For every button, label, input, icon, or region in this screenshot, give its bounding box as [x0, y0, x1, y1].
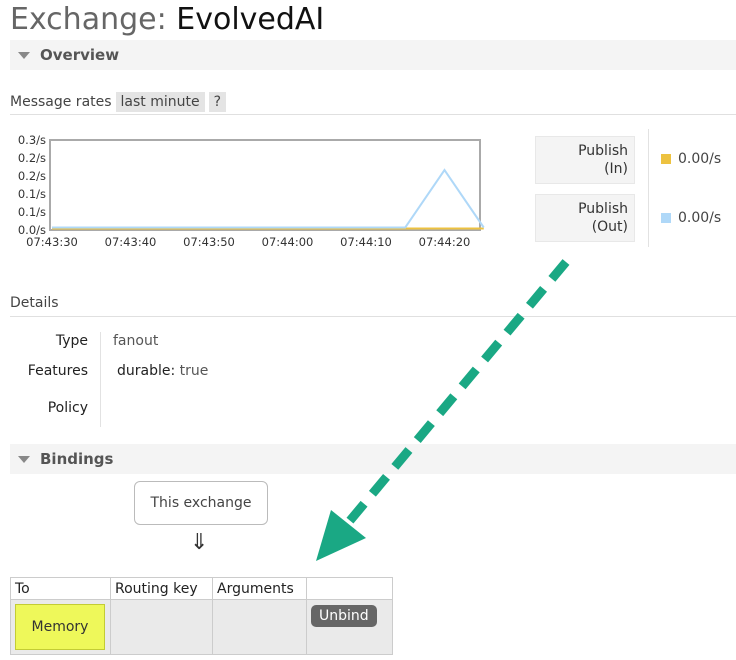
legend-value-out: 0.00/s [661, 208, 721, 228]
table-header-row: To Routing key Arguments [10, 577, 393, 600]
bindings-label: Bindings [40, 450, 114, 468]
details-label: Details [10, 295, 59, 311]
divider [10, 114, 736, 115]
message-rates-row: Message rates last minute ? [10, 91, 227, 113]
policy-key: Policy [47, 400, 88, 416]
column-header-routing-key: Routing key [110, 577, 213, 600]
range-selector[interactable]: last minute [115, 92, 205, 112]
bindings-section-toggle[interactable]: Bindings [10, 444, 736, 474]
legend-publish-out: Publish (Out) [535, 194, 635, 242]
durable-key: durable: [117, 363, 176, 379]
bindings-table: To Routing key Arguments Memory Unbind [10, 577, 393, 655]
durable-value: true [179, 363, 209, 379]
x-tick-label: 07:43:30 [26, 235, 78, 249]
collapse-triangle-icon [18, 455, 30, 463]
rate-value: 0.00/s [678, 151, 722, 167]
cell-routing-key [110, 599, 213, 655]
type-value: fanout [113, 333, 159, 349]
page-title: Exchange: EvolvedAI [10, 2, 324, 37]
legend-value-in: 0.00/s [661, 149, 721, 169]
plot-area [49, 139, 481, 231]
features-value: durable: true [117, 363, 208, 379]
column-header-arguments: Arguments [212, 577, 307, 600]
details-separator [100, 332, 101, 427]
divider [10, 316, 736, 317]
rate-value: 0.00/s [678, 210, 722, 226]
color-swatch-icon [661, 154, 671, 164]
message-rates-label: Message rates [10, 94, 112, 110]
table-row: Memory Unbind [10, 599, 393, 655]
column-header-action [306, 577, 393, 600]
this-exchange-box: This exchange [134, 481, 268, 525]
x-tick-label: 07:44:00 [262, 235, 314, 249]
legend-label-line2: (Out) [591, 219, 628, 235]
unbind-button[interactable]: Unbind [311, 605, 377, 627]
y-tick-label: 0.1/s [18, 187, 46, 201]
x-tick-label: 07:44:10 [340, 235, 392, 249]
collapse-triangle-icon [18, 51, 30, 59]
overview-section-toggle[interactable]: Overview [10, 40, 736, 70]
y-tick-label: 0.1/s [18, 205, 46, 219]
x-tick-label: 07:43:40 [105, 235, 157, 249]
annotation-arrow-icon [344, 259, 570, 526]
overview-label: Overview [40, 46, 120, 64]
y-tick-label: 0.2/s [18, 169, 46, 183]
features-key: Features [27, 363, 88, 379]
cell-arguments [212, 599, 307, 655]
x-tick-label: 07:44:20 [419, 235, 471, 249]
legend-label-line2: (In) [604, 161, 628, 177]
annotation-arrowhead-icon [316, 510, 366, 561]
cell-action: Unbind [306, 599, 393, 655]
y-tick-label: 0.3/s [18, 133, 46, 147]
cell-to: Memory [10, 599, 111, 655]
legend-label-line1: Publish [578, 143, 628, 159]
color-swatch-icon [661, 213, 671, 223]
type-key: Type [55, 333, 88, 349]
exchange-name: EvolvedAI [176, 2, 325, 37]
y-tick-label: 0.2/s [18, 151, 46, 165]
legend-publish-in: Publish (In) [535, 136, 635, 184]
double-down-arrow-icon: ⇓ [190, 530, 209, 555]
column-header-to: To [10, 577, 111, 600]
legend-separator [648, 129, 649, 247]
x-tick-label: 07:43:50 [183, 235, 235, 249]
chart-svg: 0.0/s0.1/s0.1/s0.2/s0.2/s0.3/s07:43:30 07… [18, 133, 485, 249]
help-button[interactable]: ? [208, 92, 227, 112]
destination-queue-link[interactable]: Memory [15, 604, 105, 650]
legend-label-line1: Publish [578, 201, 628, 217]
message-rates-chart: 0.0/s 0.1/s 0.1/s 0.2/s 0.2/s 0.3/s 07:43:30 07… [10, 130, 490, 254]
page-title-prefix: Exchange: [10, 2, 167, 37]
